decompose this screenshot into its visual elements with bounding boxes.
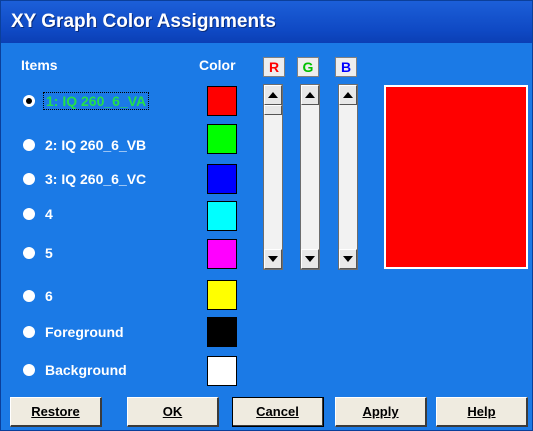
color-swatch-foreground[interactable]: [207, 317, 237, 347]
item-radio-2[interactable]: 2: IQ 260_6_VB: [23, 135, 146, 155]
color-swatch-4[interactable]: [207, 201, 237, 231]
arrow-up-icon: [268, 92, 278, 98]
color-swatch-background[interactable]: [207, 356, 237, 386]
red-channel-header: R: [263, 57, 285, 77]
radio-icon[interactable]: [23, 364, 35, 376]
ok-button[interactable]: OK: [127, 397, 219, 427]
red-slider-up-button[interactable]: [264, 85, 282, 105]
item-label: 5: [45, 245, 53, 261]
color-header: Color: [199, 57, 236, 73]
items-header: Items: [21, 57, 58, 73]
item-label: Foreground: [45, 324, 124, 340]
item-label: 2: IQ 260_6_VB: [45, 137, 147, 153]
item-radio-3[interactable]: 3: IQ 260_6_VC: [23, 169, 146, 189]
arrow-down-icon: [305, 256, 315, 262]
color-swatch-1[interactable]: [207, 86, 237, 116]
item-label: 6: [45, 288, 53, 304]
item-radio-5[interactable]: 5: [23, 243, 53, 263]
item-radio-4[interactable]: 4: [23, 204, 53, 224]
color-swatch-2[interactable]: [207, 124, 237, 154]
item-label: 4: [45, 206, 53, 222]
radio-selected-icon[interactable]: [23, 95, 35, 107]
green-slider-up-button[interactable]: [301, 85, 319, 105]
radio-icon[interactable]: [23, 290, 35, 302]
color-swatch-6[interactable]: [207, 280, 237, 310]
item-radio-foreground[interactable]: Foreground: [23, 322, 124, 342]
item-radio-background[interactable]: Background: [23, 360, 127, 380]
green-channel-header: G: [297, 57, 319, 77]
arrow-up-icon: [343, 92, 353, 98]
cancel-button[interactable]: Cancel: [232, 397, 324, 427]
window-title: XY Graph Color Assignments: [1, 1, 532, 43]
blue-slider[interactable]: [338, 84, 358, 270]
radio-icon[interactable]: [23, 208, 35, 220]
color-assignments-dialog: XY Graph Color Assignments Items Color R…: [0, 0, 533, 431]
blue-slider-down-button[interactable]: [339, 249, 357, 269]
blue-channel-header: B: [335, 57, 357, 77]
radio-icon[interactable]: [23, 247, 35, 259]
item-label: Background: [45, 362, 127, 378]
blue-slider-up-button[interactable]: [339, 85, 357, 105]
arrow-down-icon: [268, 256, 278, 262]
red-slider-down-button[interactable]: [264, 249, 282, 269]
item-radio-1[interactable]: 1: IQ 260_6_VA: [23, 91, 150, 111]
red-slider[interactable]: [263, 84, 283, 270]
item-radio-6[interactable]: 6: [23, 286, 53, 306]
apply-button[interactable]: Apply: [335, 397, 427, 427]
help-button[interactable]: Help: [436, 397, 528, 427]
radio-icon[interactable]: [23, 173, 35, 185]
green-slider-down-button[interactable]: [301, 249, 319, 269]
color-swatch-3[interactable]: [207, 164, 237, 194]
arrow-down-icon: [343, 256, 353, 262]
radio-icon[interactable]: [23, 326, 35, 338]
item-label: 1: IQ 260_6_VA: [43, 92, 150, 110]
color-swatch-5[interactable]: [207, 239, 237, 269]
radio-icon[interactable]: [23, 139, 35, 151]
arrow-up-icon: [305, 92, 315, 98]
green-slider[interactable]: [300, 84, 320, 270]
red-slider-thumb[interactable]: [264, 105, 282, 115]
item-label: 3: IQ 260_6_VC: [45, 171, 147, 187]
color-preview: [384, 85, 528, 269]
restore-button[interactable]: Restore: [10, 397, 102, 427]
